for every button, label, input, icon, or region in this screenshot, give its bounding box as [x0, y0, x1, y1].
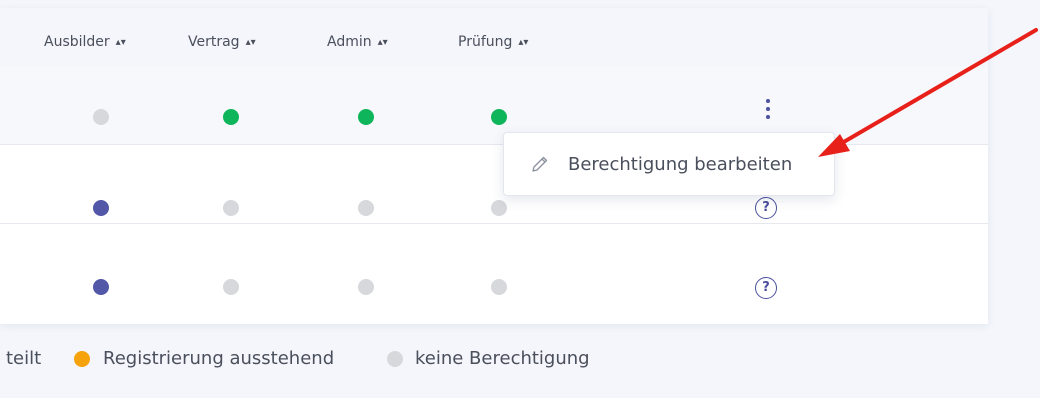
menu-item-edit-permission[interactable]: Berechtigung bearbeiten [504, 133, 834, 195]
status-dot-admin [358, 279, 374, 295]
column-label: Prüfung [458, 34, 513, 50]
table-row: ? [0, 145, 988, 224]
help-icon[interactable]: ? [755, 277, 777, 299]
status-dot-vertrag [223, 279, 239, 295]
legend-dot-orange [74, 351, 90, 367]
table-row [0, 66, 988, 145]
status-dot-ausbilder [93, 109, 109, 125]
legend-dot-gray [387, 351, 403, 367]
kebab-menu-icon[interactable] [760, 95, 776, 123]
help-icon[interactable]: ? [755, 197, 777, 219]
status-dot-pruefung [491, 109, 507, 125]
pencil-icon [532, 156, 548, 172]
status-dot-pruefung [491, 279, 507, 295]
legend-label: teilt [6, 348, 42, 369]
status-dot-admin [358, 109, 374, 125]
menu-item-label: Berechtigung bearbeiten [568, 154, 793, 175]
sort-icon[interactable]: ▴▾ [246, 37, 256, 48]
column-label: Vertrag [188, 34, 240, 50]
column-header-pruefung[interactable]: Prüfung ▴▾ [458, 34, 528, 50]
status-dot-admin [358, 200, 374, 216]
sort-icon[interactable]: ▴▾ [378, 37, 388, 48]
status-dot-vertrag [223, 200, 239, 216]
table-row: ? [0, 224, 988, 302]
sort-icon[interactable]: ▴▾ [116, 37, 126, 48]
legend-label: Registrierung ausstehend [103, 348, 335, 369]
column-label: Admin [327, 34, 372, 50]
permissions-table-card: Ausbilder ▴▾ Vertrag ▴▾ Admin ▴▾ Prüfung ▴▾ … [0, 8, 988, 324]
table-header: Ausbilder ▴▾ Vertrag ▴▾ Admin ▴▾ Prüfung ▴▾ [0, 8, 988, 66]
column-header-admin[interactable]: Admin ▴▾ [327, 34, 388, 50]
status-dot-ausbilder [93, 279, 109, 295]
legend-label: keine Berechtigung [415, 348, 590, 369]
status-dot-vertrag [223, 109, 239, 125]
context-menu: Berechtigung bearbeiten [503, 132, 835, 196]
sort-icon[interactable]: ▴▾ [518, 37, 528, 48]
column-header-vertrag[interactable]: Vertrag ▴▾ [188, 34, 256, 50]
column-label: Ausbilder [44, 34, 110, 50]
column-header-ausbilder[interactable]: Ausbilder ▴▾ [44, 34, 126, 50]
status-dot-pruefung [491, 200, 507, 216]
status-dot-ausbilder [93, 200, 109, 216]
